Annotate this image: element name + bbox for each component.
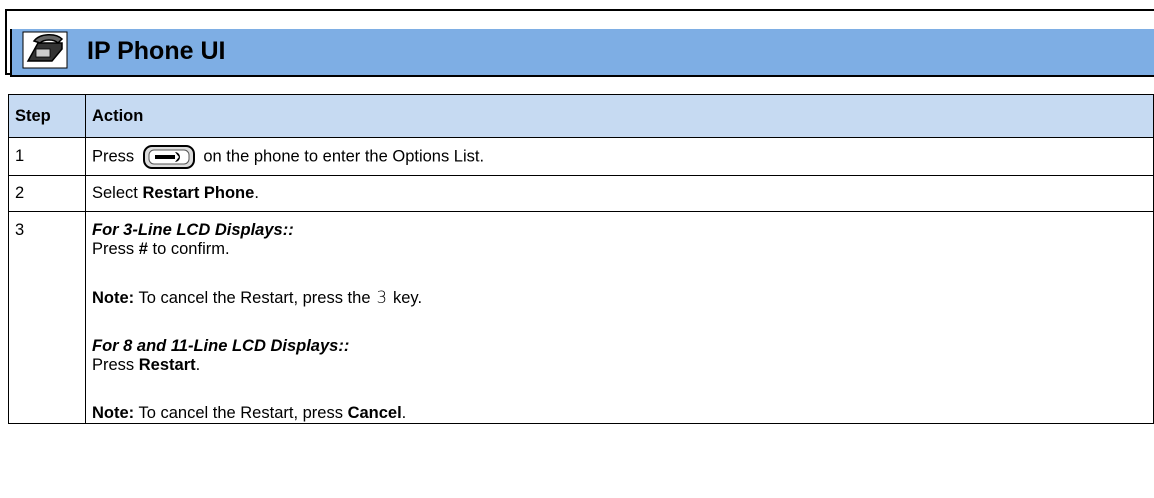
note-3-line: Note: To cancel the Restart, press the 3 k… <box>92 288 1153 308</box>
subheading-8-11-line: For 8 and 11-Line LCD Displays:: <box>92 337 350 355</box>
note-label: Note: <box>92 404 135 422</box>
note-8-11-line: Note: To cancel the Restart, press Cance… <box>92 404 1153 423</box>
text: To cancel the Restart, press the <box>134 289 371 307</box>
instruction-8-11-line: Press Restart. <box>92 356 1153 375</box>
table-row: 3 For 3-Line LCD Displays:: Press # to c… <box>8 211 1154 424</box>
cancel-key-label: Cancel <box>347 404 402 422</box>
step-action: Press on the phone to enter the Options … <box>85 137 1154 176</box>
phone-handset-icon <box>22 31 68 69</box>
text: . <box>401 404 407 422</box>
text: Press <box>92 240 139 258</box>
table-row: 1 Press on the phone to enter the Option… <box>8 137 1154 176</box>
step-number: 3 <box>8 211 86 424</box>
text: . <box>195 356 201 374</box>
header-bar: IP Phone UI <box>10 29 1154 77</box>
step-action: For 3-Line LCD Displays:: Press # to con… <box>85 211 1154 424</box>
table-header-row: Step Action <box>8 94 1154 138</box>
text: key. <box>393 289 423 307</box>
step-number: 1 <box>8 137 86 176</box>
column-header-step: Step <box>8 94 86 138</box>
note-label: Note: <box>92 289 135 307</box>
key-3-label: 3 <box>376 288 388 307</box>
step-number: 2 <box>8 175 86 212</box>
instruction-3-line: Press # to confirm. <box>92 240 1153 259</box>
action-text: Press <box>92 146 135 165</box>
action-text: . <box>254 184 259 202</box>
table-row: 2 Select Restart Phone. <box>8 175 1154 212</box>
step-action: Select Restart Phone. <box>85 175 1154 212</box>
action-text: on the phone to enter the Options List. <box>203 146 485 165</box>
column-header-action: Action <box>85 94 1154 138</box>
hash-key-label: # <box>138 240 148 258</box>
text: Press <box>92 356 139 374</box>
steps-table: Step Action 1 Press on the phone to ente… <box>8 94 1154 424</box>
subheading-3-line: For 3-Line LCD Displays:: <box>92 221 294 239</box>
restart-key-label: Restart <box>138 356 196 374</box>
action-text: Select <box>92 184 143 202</box>
options-key-icon <box>142 144 195 169</box>
page-title: IP Phone UI <box>87 37 226 65</box>
restart-phone-label: Restart Phone <box>142 184 255 202</box>
text: To cancel the Restart, press <box>134 404 348 422</box>
text: to confirm. <box>147 240 230 258</box>
